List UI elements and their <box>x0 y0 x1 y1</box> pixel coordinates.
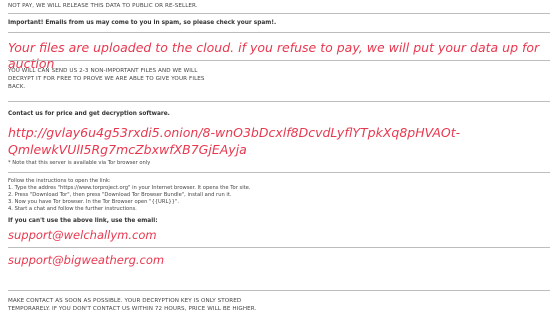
divider <box>8 60 550 61</box>
onion-link-line[interactable]: http://gvlay6u4g53rxdi5.onion/8-wnO3bDcx… <box>8 124 550 141</box>
divider <box>8 247 550 248</box>
top-warning: NOT PAY, WE WILL RELEASE THIS DATA TO PU… <box>8 3 198 9</box>
support-email-1[interactable]: support@welchallym.com <box>8 228 550 243</box>
spam-notice: Important! Emails from us may come to yo… <box>8 20 277 26</box>
sample-offer-line: DECRYPT IT FOR FREE TO PROVE WE ARE ABLE… <box>8 76 205 82</box>
divider <box>8 32 550 33</box>
footer-line: TEMPORARELY. IF YOU DON'T CONTACT US WIT… <box>8 306 257 312</box>
sample-offer-line: BACK. <box>8 84 26 90</box>
divider <box>8 172 550 173</box>
ransom-note: NOT PAY, WE WILL RELEASE THIS DATA TO PU… <box>0 0 558 317</box>
sample-offer: YOU WILL CAN SEND US 2-3 NON-IMPORTANT F… <box>8 67 550 91</box>
divider <box>8 101 550 102</box>
tor-instructions: Follow the instructions to open the link… <box>8 178 550 213</box>
footer-line: MAKE CONTACT AS SOON AS POSSIBLE. YOUR D… <box>8 298 242 304</box>
divider <box>8 290 550 291</box>
footer-warning: MAKE CONTACT AS SOON AS POSSIBLE. YOUR D… <box>8 297 550 313</box>
onion-link[interactable]: http://gvlay6u4g53rxdi5.onion/8-wnO3bDcx… <box>8 124 550 158</box>
instruction-step: 2. Press "Download Tor", then press "Dow… <box>8 192 232 198</box>
instructions-intro: Follow the instructions to open the link… <box>8 178 111 184</box>
tor-note: * Note that this server is available via… <box>8 160 151 166</box>
contact-heading: Contact us for price and get decryption … <box>8 111 170 117</box>
divider <box>8 13 550 14</box>
instruction-step: 3. Now you have Tor browser. In the Tor … <box>8 199 179 205</box>
onion-link-line[interactable]: QmlewkVUlI5Rg7mcZbxwfXB7GjEAyja <box>8 141 550 158</box>
support-email-2[interactable]: support@bigweatherg.com <box>8 253 550 268</box>
instruction-step: 4. Start a chat and follow the further i… <box>8 206 137 212</box>
instruction-step: 1. Type the addres "https://www.torproje… <box>8 185 251 191</box>
email-heading: If you can't use the above link, use the… <box>8 218 158 224</box>
sample-offer-line: YOU WILL CAN SEND US 2-3 NON-IMPORTANT F… <box>8 68 198 74</box>
